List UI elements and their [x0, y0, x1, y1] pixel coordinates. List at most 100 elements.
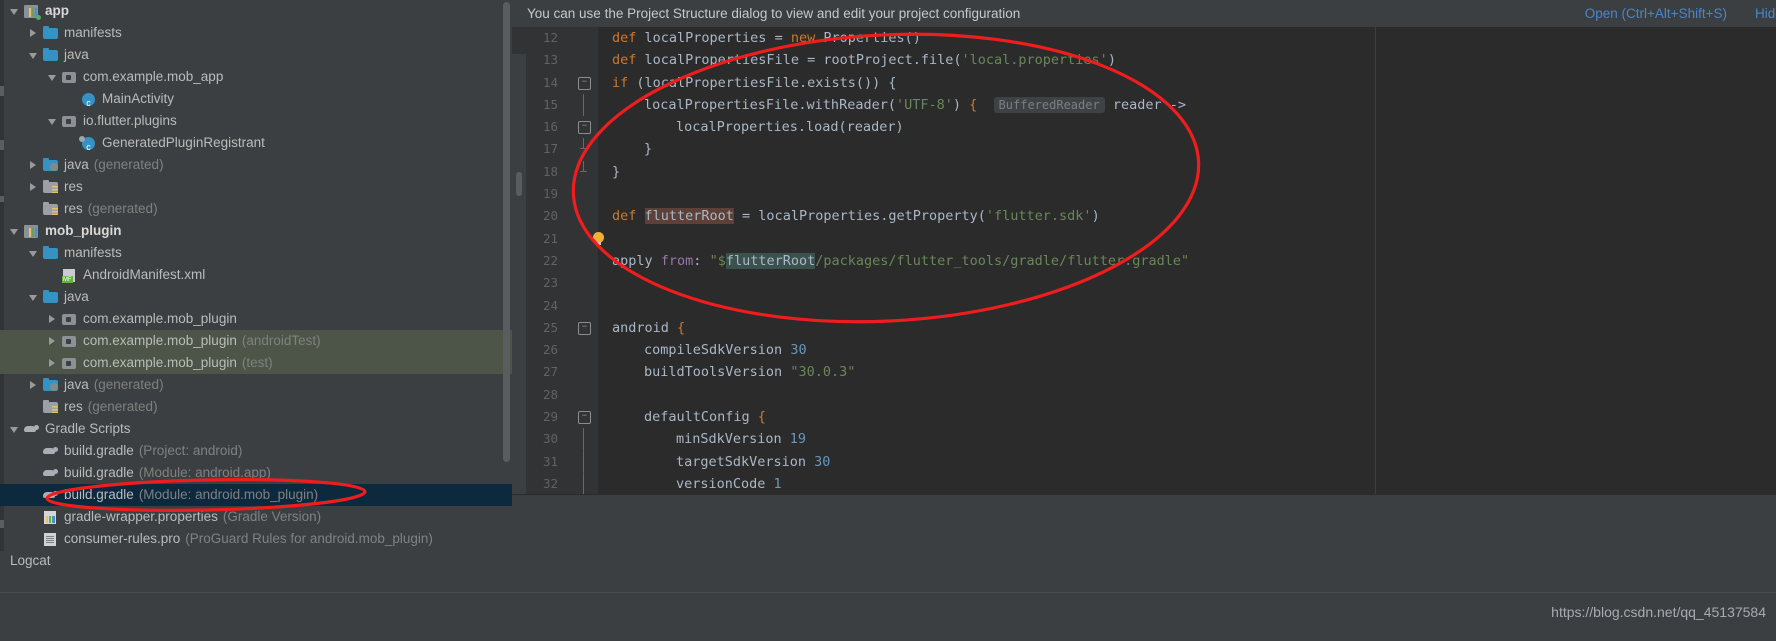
- notification-actions: Open (Ctrl+Alt+Shift+S) Hide n: [1557, 0, 1776, 27]
- tree-row-label: com.example.mob_app: [83, 69, 224, 84]
- tree-row[interactable]: res (generated): [0, 198, 512, 220]
- project-tree-list[interactable]: app manifests java com.example.mob_app MainA…: [0, 0, 512, 550]
- code-line[interactable]: 17}: [512, 138, 1776, 160]
- tree-row[interactable]: java: [0, 286, 512, 308]
- code-token: = localProperties.getProperty(: [733, 208, 986, 225]
- tree-row-label: io.flutter.plugins: [83, 113, 177, 128]
- code-line[interactable]: 15 localPropertiesFile.withReader('UTF-8'…: [512, 93, 1776, 117]
- chevron-down-icon[interactable]: [48, 73, 57, 82]
- chevron-down-icon[interactable]: [10, 425, 19, 434]
- code-line[interactable]: 14 − if (localPropertiesFile.exists()) {: [512, 72, 1776, 94]
- hide-notification-link[interactable]: Hide n: [1755, 6, 1776, 21]
- code-line[interactable]: 12 def localProperties = new Properties(): [512, 27, 1776, 49]
- chevron-down-icon[interactable]: [29, 293, 38, 302]
- tree-row[interactable]: build.gradle (Module: android.app): [0, 462, 512, 484]
- chevron-right-icon[interactable]: [48, 358, 57, 368]
- code-token: :: [693, 252, 710, 269]
- code-lines[interactable]: 12 def localProperties = new Properties()…: [512, 27, 1776, 518]
- fold-collapse-icon[interactable]: −: [578, 76, 591, 90]
- code-line[interactable]: 28: [512, 384, 1776, 406]
- code-line[interactable]: 16 − localProperties.load(reader): [512, 116, 1776, 138]
- chevron-down-icon[interactable]: [10, 7, 19, 16]
- chevron-right-icon[interactable]: [29, 182, 38, 192]
- tree-row[interactable]: manifests: [0, 22, 512, 44]
- code-token: 19: [789, 431, 807, 448]
- line-number: 25: [542, 319, 558, 335]
- tree-row[interactable]: build.gradle (Project: android): [0, 440, 512, 462]
- tree-row[interactable]: gradle-wrapper.properties (Gradle Version…: [0, 506, 512, 528]
- code-line[interactable]: 26 compileSdkVersion 30: [512, 339, 1776, 361]
- tree-row[interactable]: consumer-rules.pro (ProGuard Rules for an…: [0, 528, 512, 550]
- line-number: 14: [542, 74, 558, 90]
- code-line[interactable]: 18}: [512, 160, 1776, 183]
- tree-row[interactable]: java: [0, 44, 512, 66]
- package-icon: [62, 69, 78, 85]
- tree-row[interactable]: app: [0, 0, 512, 22]
- code-line[interactable]: 27 buildToolsVersion "30.0.3": [512, 361, 1776, 383]
- bottom-divider: [0, 592, 1776, 593]
- folder-res-icon: [43, 201, 59, 217]
- code-token: compileSdkVersion: [644, 342, 791, 359]
- tree-row-label: java: [64, 47, 89, 62]
- tree-row[interactable]: res: [0, 176, 512, 198]
- chevron-down-icon[interactable]: [29, 51, 38, 60]
- bottom-tab-strip[interactable]: [0, 551, 1776, 575]
- code-token: buildToolsVersion: [644, 364, 791, 381]
- chevron-right-icon[interactable]: [29, 28, 38, 38]
- code-line[interactable]: 24: [512, 295, 1776, 317]
- chevron-right-icon[interactable]: [29, 380, 38, 390]
- code-editor[interactable]: 12 def localProperties = new Properties()…: [512, 27, 1776, 548]
- tree-row[interactable]: manifests: [0, 242, 512, 264]
- tree-row[interactable]: io.flutter.plugins: [0, 110, 512, 132]
- code-line[interactable]: 19: [512, 183, 1776, 205]
- line-number: 30: [542, 431, 558, 447]
- fold-collapse-icon[interactable]: −: [578, 121, 591, 135]
- code-token: apply: [612, 252, 661, 269]
- fold-guide-line: [583, 93, 584, 117]
- chevron-right-icon[interactable]: [48, 336, 57, 346]
- tree-row[interactable]: res (generated): [0, 396, 512, 418]
- code-line[interactable]: 21: [512, 228, 1776, 250]
- code-line[interactable]: 20 def flutterRoot = localProperties.getP…: [512, 205, 1776, 227]
- tree-row[interactable]: Gradle Scripts: [0, 418, 512, 440]
- chevron-right-icon[interactable]: [29, 160, 38, 170]
- code-line[interactable]: 32 versionCode 1: [512, 472, 1776, 496]
- project-tree-pane[interactable]: app manifests java com.example.mob_app MainA…: [0, 0, 512, 551]
- code-line[interactable]: 31 targetSdkVersion 30: [512, 450, 1776, 473]
- tree-row[interactable]: com.example.mob_plugin (test): [0, 352, 512, 374]
- open-project-structure-link[interactable]: Open (Ctrl+Alt+Shift+S): [1585, 6, 1727, 21]
- chevron-down-icon[interactable]: [29, 249, 38, 258]
- tree-row[interactable]: AndroidManifest.xml: [0, 264, 512, 286]
- code-line[interactable]: 25 − android {: [512, 317, 1776, 339]
- code-line[interactable]: 30 minSdkVersion 19: [512, 428, 1776, 451]
- chevron-right-icon[interactable]: [48, 314, 57, 324]
- code-line[interactable]: 23: [512, 272, 1776, 294]
- chevron-down-icon[interactable]: [10, 227, 19, 236]
- tree-row-suffix: (generated): [87, 399, 158, 414]
- code-token: android: [612, 319, 678, 336]
- tree-row[interactable]: MainActivity: [0, 88, 512, 114]
- code-token: 30: [814, 453, 831, 470]
- code-line[interactable]: 29 − defaultConfig {: [512, 406, 1776, 428]
- code-token: localPropertiesFile.withReader(: [644, 96, 896, 113]
- code-token: if: [612, 74, 637, 91]
- code-line[interactable]: 22 apply from: "$flutterRoot/packages/flu…: [512, 250, 1776, 272]
- tree-row[interactable]: java (generated): [0, 374, 512, 396]
- code-line[interactable]: 13 def localPropertiesFile = rootProject.…: [512, 49, 1776, 71]
- tree-row[interactable]: com.example.mob_plugin (androidTest): [0, 330, 512, 352]
- tree-row[interactable]: com.example.mob_plugin: [0, 308, 512, 330]
- tree-row[interactable]: com.example.mob_app: [0, 66, 512, 88]
- tree-row-label: MainActivity: [102, 91, 175, 106]
- tree-row[interactable]: build.gradle (Module: android.mob_plugin): [0, 484, 512, 506]
- intention-bulb-icon[interactable]: [592, 231, 605, 245]
- tree-row[interactable]: GeneratedPluginRegistrant: [0, 132, 512, 158]
- fold-collapse-icon[interactable]: −: [578, 411, 591, 425]
- chevron-down-icon[interactable]: [48, 117, 57, 126]
- tree-row[interactable]: mob_plugin: [0, 220, 512, 242]
- fold-collapse-icon[interactable]: −: [578, 321, 591, 335]
- logcat-tab[interactable]: Logcat: [10, 553, 51, 568]
- tree-row[interactable]: java (generated): [0, 154, 512, 176]
- tree-scrollbar[interactable]: [503, 2, 510, 462]
- code-token: Properties(): [823, 30, 921, 46]
